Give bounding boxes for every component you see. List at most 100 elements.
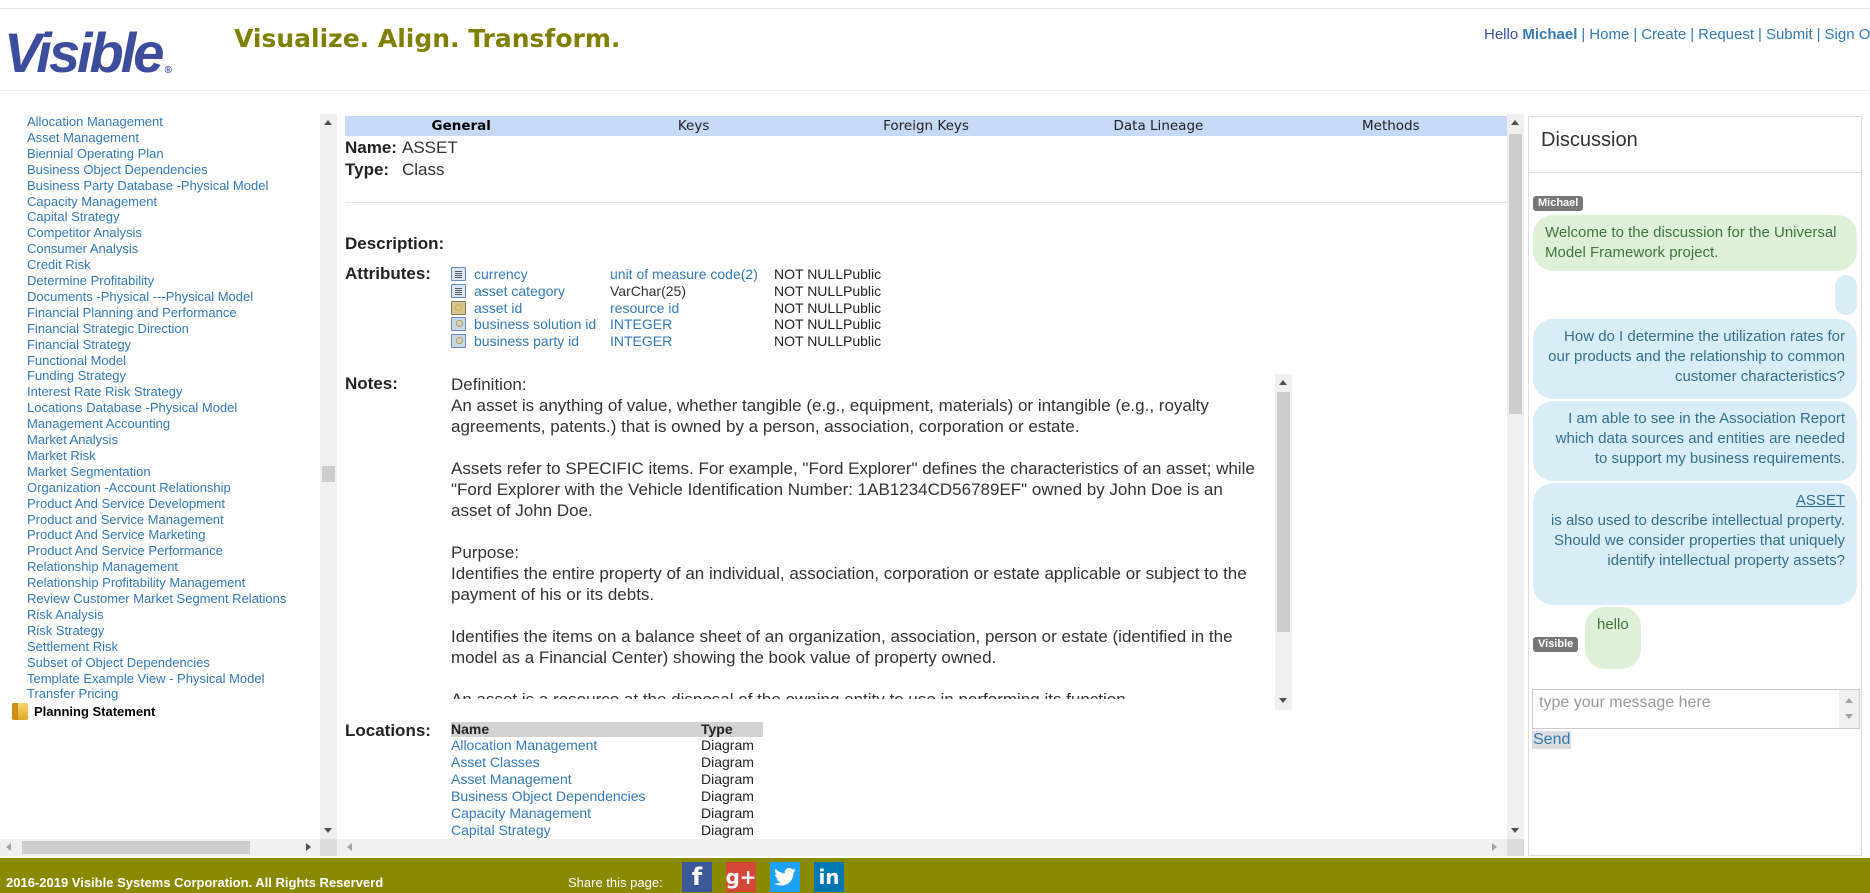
tree-hscroll-thumb[interactable] <box>22 841 250 854</box>
tree-item[interactable]: Interest Rate Risk Strategy <box>27 384 182 400</box>
tree-item[interactable]: Subset of Object Dependencies <box>27 655 210 671</box>
asset-link[interactable]: ASSET <box>1796 492 1845 509</box>
notes-scrollbar[interactable] <box>1275 374 1292 710</box>
nav-request[interactable]: Request <box>1698 26 1754 43</box>
notes-scroll-thumb[interactable] <box>1277 392 1290 632</box>
scroll-down-icon[interactable] <box>1511 828 1519 833</box>
location-name[interactable]: Allocation Management <box>451 737 701 754</box>
tree-item[interactable]: Funding Strategy <box>27 368 126 384</box>
send-button[interactable]: Send <box>1532 731 1572 749</box>
tree-item[interactable]: Capital Strategy <box>27 209 120 225</box>
message-textarea[interactable] <box>1533 690 1838 728</box>
tree-item[interactable]: Consumer Analysis <box>27 241 138 257</box>
tree-item[interactable]: Financial Strategy <box>27 337 131 353</box>
tree-item[interactable]: Risk Analysis <box>27 607 104 623</box>
scroll-right-icon[interactable] <box>306 843 311 851</box>
tree-item[interactable]: Risk Strategy <box>27 623 104 639</box>
nav-create[interactable]: Create <box>1641 26 1686 43</box>
tab-keys[interactable]: Keys <box>577 116 809 136</box>
location-type: Diagram <box>701 771 754 787</box>
tree-item[interactable]: Product And Service Marketing <box>27 527 205 543</box>
tree-item[interactable]: Relationship Profitability Management <box>27 575 245 591</box>
tree-item[interactable]: Locations Database -Physical Model <box>27 400 237 416</box>
tree-item[interactable]: Product And Service Development <box>27 496 225 512</box>
scroll-right-icon[interactable] <box>1492 843 1497 851</box>
input-scrollbar[interactable] <box>1839 690 1859 728</box>
attribute-type[interactable]: INTEGER <box>610 316 774 332</box>
tree-item[interactable]: Market Analysis <box>27 432 118 448</box>
tab-foreign-keys[interactable]: Foreign Keys <box>810 116 1042 136</box>
tab-general[interactable]: General <box>345 116 577 136</box>
tree-item[interactable]: Transfer Pricing <box>27 686 118 702</box>
tree-item[interactable]: Market Risk <box>27 448 96 464</box>
scroll-left-icon[interactable] <box>6 843 11 851</box>
attribute-visibility: Public <box>842 316 882 333</box>
tree-item[interactable]: Financial Strategic Direction <box>27 321 189 337</box>
nav-sign-out[interactable]: Sign Out <box>1825 26 1870 43</box>
scroll-up-icon[interactable] <box>1845 698 1853 703</box>
scroll-left-icon[interactable] <box>347 843 352 851</box>
scroll-down-icon[interactable] <box>1279 698 1287 703</box>
scroll-up-icon[interactable] <box>324 120 332 125</box>
tree-item[interactable]: Product And Service Performance <box>27 543 223 559</box>
scroll-up-icon[interactable] <box>1511 120 1519 125</box>
tree-item[interactable]: Management Accounting <box>27 416 170 432</box>
visible-logo[interactable]: Visible ® <box>4 18 172 88</box>
tree-item[interactable]: Documents -Physical ---Physical Model <box>27 289 253 305</box>
tree-item[interactable]: Settlement Risk <box>27 639 118 655</box>
linkedin-icon[interactable]: in <box>814 862 844 892</box>
tree-item[interactable]: Functional Model <box>27 353 126 369</box>
tree-item[interactable]: Organization -Account Relationship <box>27 480 231 496</box>
tree-item[interactable]: Business Object Dependencies <box>27 162 208 178</box>
nav-submit[interactable]: Submit <box>1766 26 1813 43</box>
main-scroll-thumb[interactable] <box>1509 134 1522 414</box>
attribute-type[interactable]: INTEGER <box>610 333 774 349</box>
tree-item[interactable]: Asset Management <box>27 130 139 146</box>
notes-textarea[interactable]: Definition: An asset is anything of valu… <box>451 374 1281 699</box>
attribute-name[interactable]: asset category <box>474 283 610 299</box>
location-name[interactable]: Capital Strategy <box>451 822 701 839</box>
google-plus-icon[interactable]: g+ <box>725 862 757 892</box>
tree-item[interactable]: Template Example View - Physical Model <box>27 671 264 687</box>
location-name[interactable]: Asset Management <box>451 771 701 788</box>
tree-item[interactable]: Allocation Management <box>27 114 163 130</box>
tree-item[interactable]: Competitor Analysis <box>27 225 142 241</box>
author-badge: Michael <box>1533 196 1584 211</box>
message-input <box>1532 689 1860 729</box>
attribute-type[interactable]: resource id <box>610 300 774 316</box>
tree-item[interactable]: Product and Service Management <box>27 512 224 528</box>
tree-item[interactable]: Review Customer Market Segment Relations <box>27 591 286 607</box>
tree-item[interactable]: Capacity Management <box>27 194 157 210</box>
tree-horizontal-scrollbar[interactable] <box>0 839 320 856</box>
tree-item[interactable]: Financial Planning and Performance <box>27 305 237 321</box>
main-vertical-scrollbar[interactable] <box>1507 114 1524 839</box>
tab-data-lineage[interactable]: Data Lineage <box>1042 116 1274 136</box>
tree-item[interactable]: Business Party Database -Physical Model <box>27 178 268 194</box>
tree-item[interactable]: Determine Profitability <box>27 273 154 289</box>
tree-item[interactable]: Market Segmentation <box>27 464 151 480</box>
tree-folder[interactable]: Planning Statement <box>12 703 156 721</box>
attribute-name[interactable]: currency <box>474 266 610 282</box>
location-name[interactable]: Asset Classes <box>451 754 701 771</box>
tree-item[interactable]: Relationship Management <box>27 559 178 575</box>
tree-vertical-scrollbar[interactable] <box>320 114 337 839</box>
twitter-icon[interactable] <box>770 862 800 892</box>
scroll-up-icon[interactable] <box>1279 380 1287 385</box>
tree-folder-label: Planning Statement <box>34 704 156 720</box>
nav-home[interactable]: Home <box>1589 26 1629 43</box>
message-bubble: I am able to see in the Association Repo… <box>1533 401 1857 481</box>
location-name[interactable]: Business Object Dependencies <box>451 788 701 805</box>
attribute-name[interactable]: asset id <box>474 300 610 316</box>
scroll-down-icon[interactable] <box>324 828 332 833</box>
tree-item[interactable]: Biennial Operating Plan <box>27 146 164 162</box>
attribute-type[interactable]: unit of measure code(2) <box>610 266 774 282</box>
attribute-name[interactable]: business solution id <box>474 316 610 332</box>
tree-item[interactable]: Credit Risk <box>27 257 91 273</box>
main-horizontal-scrollbar[interactable] <box>337 839 1507 856</box>
scroll-down-icon[interactable] <box>1845 714 1853 719</box>
tab-methods[interactable]: Methods <box>1275 116 1507 136</box>
location-name[interactable]: Capacity Management <box>451 805 701 822</box>
tree-scroll-thumb[interactable] <box>322 466 335 482</box>
attribute-name[interactable]: business party id <box>474 333 610 349</box>
facebook-icon[interactable]: f <box>682 862 712 892</box>
